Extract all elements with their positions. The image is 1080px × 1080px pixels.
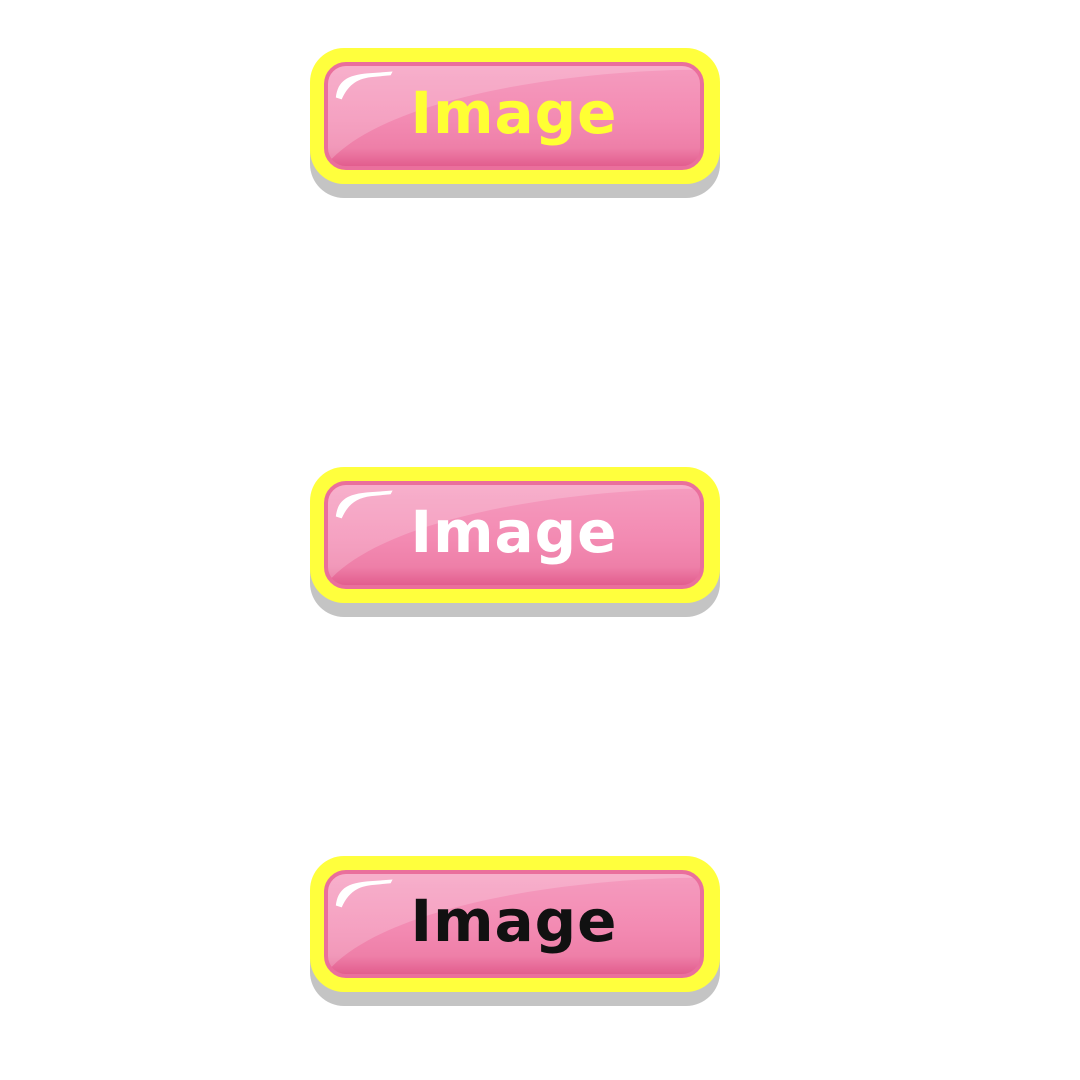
image-button-yellow-text[interactable]: Image xyxy=(310,48,720,198)
button-label: Image xyxy=(410,79,618,147)
image-button-black-text[interactable]: Image xyxy=(310,856,720,1006)
button-face[interactable]: Image xyxy=(324,481,704,589)
button-label: Image xyxy=(410,498,618,566)
button-label: Image xyxy=(410,887,618,955)
image-button-white-text[interactable]: Image xyxy=(310,467,720,617)
button-face[interactable]: Image xyxy=(324,870,704,978)
button-face[interactable]: Image xyxy=(324,62,704,170)
